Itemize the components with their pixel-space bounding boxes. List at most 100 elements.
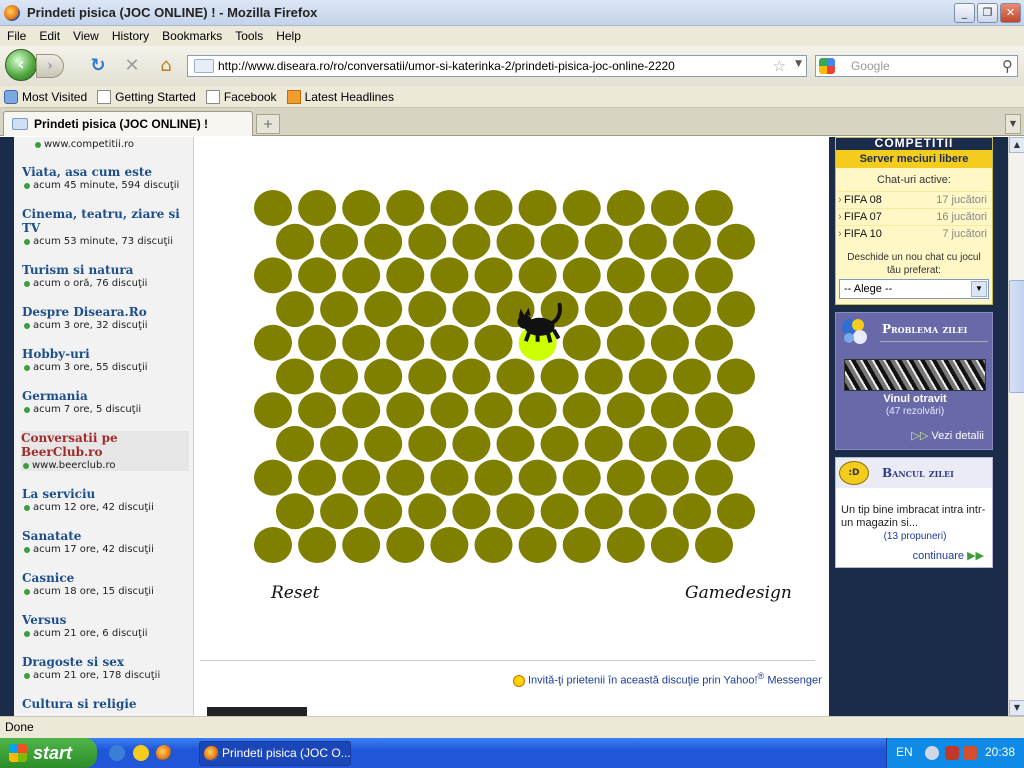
sidebar-item[interactable]: Germania acum 7 ore, 5 discuţii — [22, 389, 190, 415]
sidebar-item[interactable]: Conversatii pe BeerClub.ro www.beerclub.r… — [21, 431, 189, 471]
board-cell[interactable] — [474, 257, 513, 294]
board-cell[interactable] — [452, 291, 491, 328]
board-cell[interactable] — [496, 358, 535, 395]
board-cell[interactable] — [298, 392, 337, 429]
scroll-up-button[interactable]: ▲ — [1009, 137, 1024, 153]
sidebar-item-title[interactable]: Germania — [22, 389, 190, 403]
board-cell[interactable] — [540, 425, 579, 462]
board-cell[interactable] — [298, 459, 337, 496]
board-cell[interactable] — [628, 425, 667, 462]
close-button[interactable]: ✕ — [1000, 3, 1021, 23]
back-button[interactable]: ‹ — [5, 49, 37, 81]
bookmark-latest-headlines[interactable]: Latest Headlines — [286, 89, 394, 104]
sidebar-item-title[interactable]: Conversatii pe BeerClub.ro — [21, 431, 189, 459]
board-cell[interactable] — [276, 223, 314, 260]
board-cell[interactable] — [452, 223, 491, 260]
scroll-down-button[interactable]: ▼ — [1009, 700, 1024, 716]
board-cell[interactable] — [408, 425, 447, 462]
board-cell[interactable] — [606, 257, 645, 294]
bookmark-star-icon[interactable]: ☆ — [773, 57, 786, 75]
board-cell[interactable] — [254, 392, 292, 429]
tab-active[interactable]: Prindeti pisica (JOC ONLINE) ! — [3, 111, 253, 136]
board-cell[interactable] — [474, 190, 513, 226]
board-cell[interactable] — [606, 324, 645, 361]
board-cell[interactable] — [364, 223, 403, 260]
chat-name[interactable]: FIFA 08 — [837, 192, 882, 209]
game-select-value[interactable]: -- Alege -- — [844, 283, 892, 295]
board-cell[interactable] — [298, 324, 337, 361]
board-cell[interactable] — [430, 324, 469, 361]
continuare-label[interactable]: continuare — [913, 550, 964, 562]
game-select[interactable]: -- Alege -- ▼ — [839, 279, 989, 299]
messenger-text[interactable]: Messenger — [767, 675, 821, 687]
board-cell[interactable] — [276, 291, 314, 328]
board-cell[interactable] — [717, 493, 755, 530]
chevron-down-icon[interactable]: ▼ — [971, 281, 987, 297]
board-cell[interactable] — [364, 291, 403, 328]
board-cell[interactable] — [430, 190, 469, 226]
board-cell[interactable] — [320, 291, 359, 328]
board-cell[interactable] — [364, 493, 403, 530]
invite-link[interactable]: Invită-ţi prietenii în această discuţie … — [513, 671, 822, 687]
board-cell[interactable] — [386, 459, 425, 496]
board-cell[interactable] — [606, 527, 645, 563]
board-cell[interactable] — [584, 291, 623, 328]
board-cell[interactable] — [452, 425, 491, 462]
competitii-logo[interactable]: COMPETITII — [836, 138, 992, 150]
sidebar-item[interactable]: Despre Diseara.Ro acum 3 ore, 32 discuţii — [22, 305, 190, 331]
board-cell[interactable] — [342, 392, 381, 429]
sidebar-top-meta[interactable]: www.competitii.ro — [33, 139, 134, 150]
taskbar-window-button[interactable]: Prindeti pisica (JOC O... — [199, 741, 351, 766]
sidebar-item-title[interactable]: Cultura si religie — [22, 697, 190, 711]
menu-file[interactable]: File — [0, 29, 32, 43]
menu-history[interactable]: History — [105, 29, 155, 43]
board-cell[interactable] — [386, 190, 425, 226]
pdf-tray-icon[interactable] — [945, 746, 959, 760]
board-cell[interactable] — [540, 493, 579, 530]
language-indicator[interactable]: EN — [896, 745, 913, 759]
board-cell[interactable] — [276, 425, 314, 462]
sidebar-item-title[interactable]: Dragoste si sex — [22, 655, 190, 669]
board-cell[interactable] — [254, 527, 292, 563]
board-cell[interactable] — [518, 257, 557, 294]
board-cell[interactable] — [606, 392, 645, 429]
board-cell[interactable] — [364, 358, 403, 395]
board-cell[interactable] — [496, 493, 535, 530]
board-cell[interactable] — [254, 459, 292, 496]
bookmark-facebook[interactable]: Facebook — [205, 89, 277, 104]
board-cell[interactable] — [254, 324, 292, 361]
board-cell[interactable] — [606, 459, 645, 496]
reload-icon[interactable]: ↻ — [87, 55, 109, 77]
banc-title[interactable]: Bancul zilei — [882, 466, 954, 480]
tray-arrow-icon[interactable] — [925, 746, 939, 760]
board-cell[interactable] — [717, 425, 755, 462]
board-cell[interactable] — [650, 527, 689, 563]
board-cell[interactable] — [584, 425, 623, 462]
maximize-button[interactable]: ❐ — [977, 3, 998, 23]
board-cell[interactable] — [628, 493, 667, 530]
board-cell[interactable] — [408, 223, 447, 260]
board-cell[interactable] — [408, 358, 447, 395]
board-cell[interactable] — [518, 190, 557, 226]
new-tab-button[interactable]: + — [256, 114, 280, 134]
sidebar-item[interactable]: Cinema, teatru, ziare si TV acum 53 minut… — [22, 207, 190, 247]
app-tray-icon[interactable] — [963, 746, 977, 760]
board-cell[interactable] — [430, 459, 469, 496]
firefox-quicklaunch-icon[interactable] — [156, 745, 172, 761]
board-cell[interactable] — [430, 392, 469, 429]
board-cell[interactable] — [518, 459, 557, 496]
board-cell[interactable] — [562, 392, 601, 429]
board-cell[interactable] — [695, 324, 733, 361]
board-cell[interactable] — [452, 493, 491, 530]
sidebar-item-title[interactable]: Viata, asa cum este — [22, 165, 190, 179]
sidebar-item-title[interactable]: Hobby-uri — [22, 347, 190, 361]
bookmark-most-visited[interactable]: Most Visited — [4, 89, 87, 104]
board-cell[interactable] — [320, 358, 359, 395]
url-bar[interactable]: http://www.diseara.ro/ro/conversatii/umo… — [187, 55, 807, 77]
google-engine-icon[interactable] — [819, 58, 835, 74]
home-icon[interactable]: ⌂ — [155, 55, 177, 77]
menu-help[interactable]: Help — [269, 29, 307, 43]
board-cell[interactable] — [672, 425, 711, 462]
sidebar-item-title[interactable]: La serviciu — [22, 487, 190, 501]
board-cell[interactable] — [518, 527, 557, 563]
